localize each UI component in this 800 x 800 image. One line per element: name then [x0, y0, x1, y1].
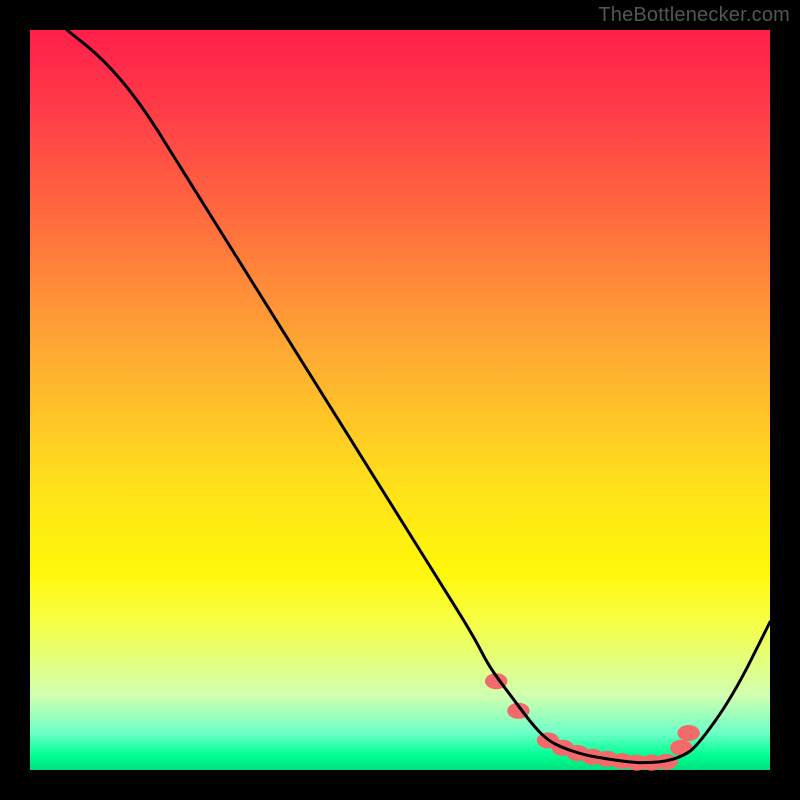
watermark-text: TheBottlenecker.com — [598, 4, 790, 27]
curve-layer — [30, 30, 770, 770]
bottleneck-curve — [67, 30, 770, 763]
highlight-dot — [677, 725, 699, 741]
chart-frame: TheBottlenecker.com — [0, 0, 800, 800]
plot-area — [30, 30, 770, 770]
